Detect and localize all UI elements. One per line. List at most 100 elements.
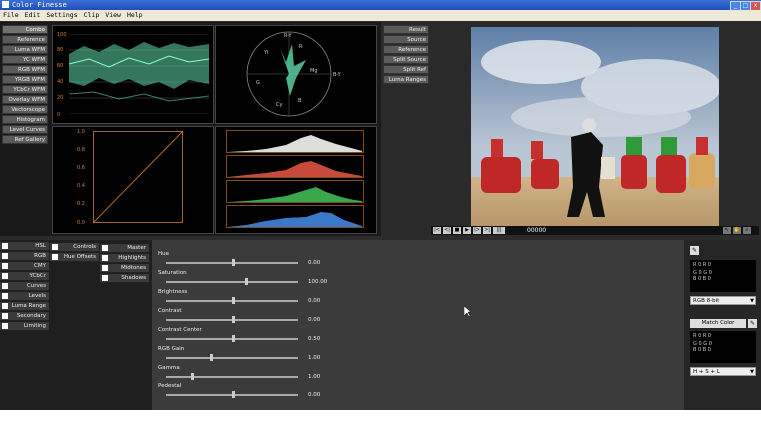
menu-file[interactable]: File: [0, 10, 22, 21]
view-button-source[interactable]: Source: [383, 35, 429, 44]
scope-button-vectorscope[interactable]: Vectorscope: [2, 105, 48, 114]
step-forward-button[interactable]: |>: [473, 227, 481, 234]
go-to-end-button[interactable]: >|: [483, 227, 491, 234]
tab-rgb[interactable]: RGB: [0, 252, 49, 261]
scope-button-combo[interactable]: Combo: [2, 25, 48, 34]
checkbox[interactable]: [2, 283, 8, 289]
waveform-tick: 20: [57, 95, 64, 101]
range-shadows[interactable]: Shadows: [100, 274, 149, 283]
checkbox[interactable]: [102, 265, 108, 271]
contrast-slider[interactable]: [166, 316, 298, 323]
menu-help[interactable]: Help: [124, 10, 146, 21]
tab-ycbcr[interactable]: YCbCr: [0, 272, 49, 281]
scope-button-overlay-wfm[interactable]: Overlay WFM: [2, 95, 48, 104]
histogram-scope: [215, 126, 377, 234]
tab-levels[interactable]: Levels: [0, 292, 49, 301]
pedestal-slider[interactable]: [166, 391, 298, 398]
contrast-center-slider[interactable]: [166, 335, 298, 342]
curve-tick: 0.8: [77, 147, 85, 153]
slider-knob[interactable]: [245, 278, 248, 285]
eyedropper-icon[interactable]: ✎: [690, 246, 699, 255]
view-button-luma-ranges[interactable]: Luma Ranges: [383, 75, 429, 84]
slider-knob[interactable]: [232, 391, 235, 398]
bottom-area: [0, 410, 761, 431]
scope-button-yc-wfm[interactable]: YC WFM: [2, 55, 48, 64]
frames-button[interactable]: |||: [493, 227, 505, 234]
checkbox[interactable]: [2, 273, 8, 279]
step-back-button[interactable]: <|: [443, 227, 451, 234]
checkbox[interactable]: [2, 313, 8, 319]
eyedropper-icon[interactable]: ✎: [748, 319, 757, 328]
view-button-reference[interactable]: Reference: [383, 45, 429, 54]
checkbox[interactable]: [2, 293, 8, 299]
curve-tick: 0.0: [77, 220, 85, 226]
menu-clip[interactable]: Clip: [81, 10, 103, 21]
hue-value: 0.00: [308, 260, 321, 266]
color-space-select[interactable]: RGB 8-bit ▼: [690, 296, 756, 305]
tab-curves[interactable]: Curves: [0, 282, 49, 291]
checkbox[interactable]: [52, 244, 58, 250]
checkbox[interactable]: [2, 323, 8, 329]
checkbox[interactable]: [2, 243, 8, 249]
tab-secondary[interactable]: Secondary: [0, 312, 49, 321]
rgb-gain-slider[interactable]: [166, 354, 298, 361]
range-midtones[interactable]: Midtones: [100, 264, 149, 273]
scope-button-ref-gallery[interactable]: Ref Gallery: [2, 135, 48, 144]
tab-hsl[interactable]: HSL: [0, 242, 49, 251]
checkbox[interactable]: [2, 263, 8, 269]
checkbox[interactable]: [102, 275, 108, 281]
subtab-controls[interactable]: Controls: [50, 243, 99, 252]
range-highlights[interactable]: Highlights: [100, 254, 149, 263]
slider-knob[interactable]: [232, 297, 235, 304]
slider-knob[interactable]: [191, 373, 194, 380]
tab-limiting[interactable]: Limiting: [0, 322, 49, 331]
tab-luma-range[interactable]: Luma Range: [0, 302, 49, 311]
scope-button-histogram[interactable]: Histogram: [2, 115, 48, 124]
level-curve-scope: 1.0 0.8 0.6 0.4 0.2 0.0: [52, 126, 214, 234]
sample-readout: R 0 R 0 G 0 G 0 B 0 B 0: [690, 260, 756, 292]
match-color-button[interactable]: Match Color: [690, 319, 746, 328]
scope-button-ycbcr-wfm[interactable]: YCbCr WFM: [2, 85, 48, 94]
zoom-tool-icon[interactable]: ⌕: [743, 227, 751, 234]
slider-knob[interactable]: [232, 259, 235, 266]
menu-settings[interactable]: Settings: [43, 10, 80, 21]
scope-button-rgb-wfm[interactable]: RGB WFM: [2, 65, 48, 74]
menu-view[interactable]: View: [102, 10, 124, 21]
go-to-start-button[interactable]: |<: [433, 227, 441, 234]
pan-tool-icon[interactable]: ✋: [733, 227, 741, 234]
slider-knob[interactable]: [210, 354, 213, 361]
gamma-slider[interactable]: [166, 373, 298, 380]
view-button-split-ref[interactable]: Split Ref: [383, 65, 429, 74]
tab-label: HSL: [35, 243, 46, 249]
scope-button-yrgb-wfm[interactable]: YRGB WFM: [2, 75, 48, 84]
brightness-value: 0.00: [308, 298, 321, 304]
stop-button[interactable]: ■: [453, 227, 461, 234]
brightness-slider[interactable]: [166, 297, 298, 304]
view-button-result[interactable]: Result: [383, 25, 429, 34]
readout-line: B 0 B 0: [693, 276, 711, 282]
scope-button-reference[interactable]: Reference: [2, 35, 48, 44]
match-mode-select[interactable]: H + S + L ▼: [690, 367, 756, 376]
scope-button-level-curves[interactable]: Level Curves: [2, 125, 48, 134]
tab-cmy[interactable]: CMY: [0, 262, 49, 271]
checkbox[interactable]: [52, 254, 58, 260]
checkbox[interactable]: [102, 255, 108, 261]
view-button-split-source[interactable]: Split Source: [383, 55, 429, 64]
pointer-tool-icon[interactable]: ↖: [723, 227, 731, 234]
menu-edit[interactable]: Edit: [22, 10, 44, 21]
hue-slider[interactable]: [166, 259, 298, 266]
curve-tick: 0.6: [77, 165, 85, 171]
video-preview[interactable]: [471, 27, 719, 226]
subtab-hue-offsets[interactable]: Hue Offsets: [50, 253, 99, 262]
saturation-slider[interactable]: [166, 278, 298, 285]
play-button[interactable]: ▶: [463, 227, 471, 234]
checkbox[interactable]: [102, 245, 108, 251]
checkbox[interactable]: [2, 303, 8, 309]
slider-knob[interactable]: [232, 335, 235, 342]
scope-button-luma-wfm[interactable]: Luma WFM: [2, 45, 48, 54]
slider-knob[interactable]: [232, 316, 235, 323]
waveform-tick: 80: [57, 47, 64, 53]
checkbox[interactable]: [2, 253, 8, 259]
gamma-value: 1.00: [308, 374, 321, 380]
range-master[interactable]: Master: [100, 244, 149, 253]
